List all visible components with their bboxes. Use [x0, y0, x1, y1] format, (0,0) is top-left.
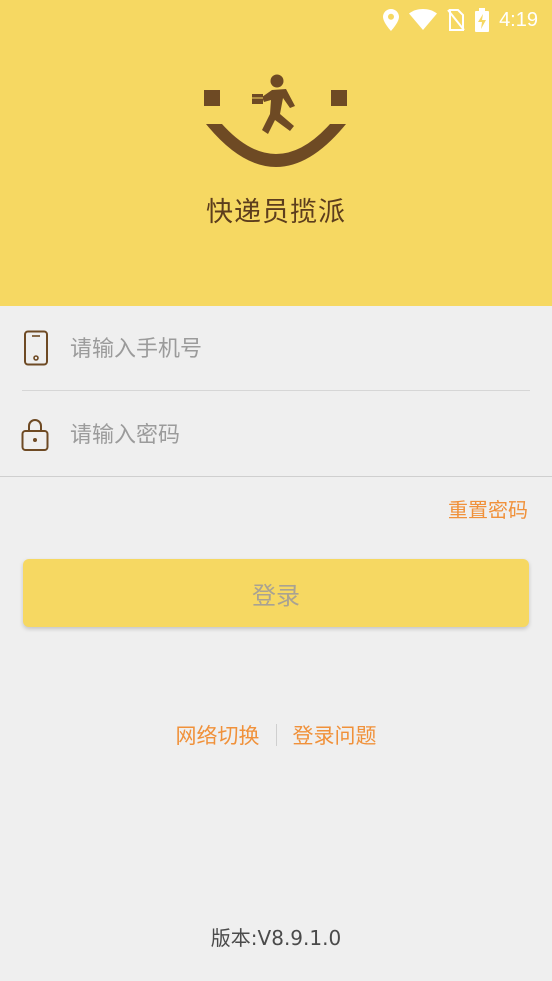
- phone-input[interactable]: [68, 328, 512, 370]
- password-row: [21, 392, 530, 476]
- wifi-icon: [409, 9, 438, 30]
- location-icon: [383, 9, 400, 31]
- phone-icon: [24, 330, 48, 366]
- password-input[interactable]: [68, 414, 512, 456]
- app-name: 快递员揽派: [206, 197, 346, 228]
- login-form: [0, 306, 552, 477]
- network-switch-link[interactable]: 网络切换: [176, 720, 260, 750]
- status-icons: 4:19: [383, 6, 538, 34]
- courier-logo: [204, 74, 347, 167]
- phone-row: [22, 306, 530, 391]
- footer-links: 网络切换 登录问题: [0, 720, 552, 750]
- login-issues-link[interactable]: 登录问题: [293, 720, 377, 750]
- login-button[interactable]: 登录: [23, 559, 529, 627]
- battery-charging-icon: [475, 8, 490, 32]
- no-sim-icon: [447, 9, 465, 31]
- clock: 4:19: [499, 8, 538, 31]
- reset-password-link[interactable]: 重置密码: [448, 494, 528, 523]
- version-label: 版本:V8.9.1.0: [210, 926, 342, 950]
- status-bar: 4:19: [0, 0, 552, 40]
- header-banner: 4:19 快递员揽派: [0, 0, 552, 306]
- lock-icon: [21, 419, 49, 451]
- link-divider: [275, 724, 277, 746]
